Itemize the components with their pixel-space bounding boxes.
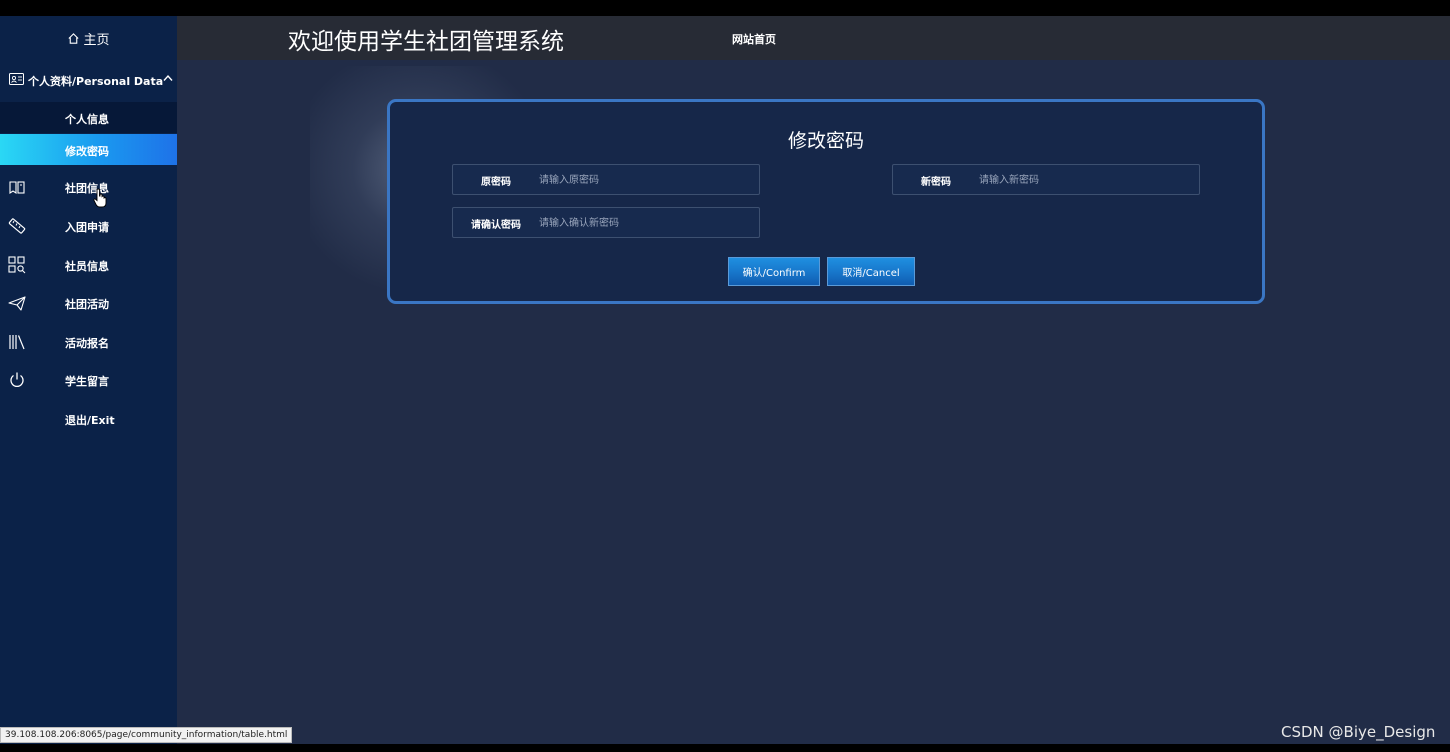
confirm-password-field: 请确认密码: [452, 207, 760, 238]
library-icon: [9, 335, 25, 350]
bottom-black-bar: [0, 744, 1450, 752]
confirm-password-input[interactable]: [539, 213, 749, 233]
confirm-button[interactable]: 确认/Confirm: [728, 257, 820, 286]
id-card-icon: [9, 73, 24, 85]
sidebar-item-label: 入团申请: [65, 221, 109, 234]
sidebar-item-club-activities[interactable]: 社团活动: [0, 288, 177, 318]
sidebar-subitem-label: 个人信息: [65, 113, 109, 126]
sidebar: 主页 个人资料/Personal Data 个人信息 修改密码 社团信息 入团申…: [0, 16, 177, 744]
home-icon: [68, 32, 80, 44]
sidebar-subitem-change-password[interactable]: 修改密码: [0, 134, 177, 165]
sidebar-item-label: 退出/Exit: [65, 414, 115, 427]
site-home-link[interactable]: 网站首页: [732, 31, 776, 47]
grid-search-icon: [8, 256, 26, 274]
old-password-label: 原密码: [481, 177, 511, 188]
hand-pointer-cursor-icon: [93, 188, 107, 208]
sidebar-item-student-messages[interactable]: 学生留言: [0, 365, 177, 395]
sidebar-item-label: 社员信息: [65, 260, 109, 273]
watermark: CSDN @Biye_Design: [1281, 723, 1436, 741]
confirm-password-label: 请确认密码: [471, 220, 521, 231]
sidebar-home-label: 主页: [83, 32, 110, 48]
power-icon: [10, 372, 24, 387]
sidebar-home[interactable]: 主页: [0, 16, 177, 60]
sidebar-subitem-label: 修改密码: [65, 145, 109, 158]
sidebar-group-label: 个人资料/Personal Data: [28, 75, 164, 88]
cancel-button[interactable]: 取消/Cancel: [827, 257, 915, 286]
top-header: 欢迎使用学生社团管理系统 网站首页: [177, 16, 1450, 60]
page-title: 欢迎使用学生社团管理系统: [288, 29, 564, 55]
sidebar-item-member-info[interactable]: 社员信息: [0, 250, 177, 280]
change-password-card: 修改密码 原密码 新密码 请确认密码 确认/Confirm 取消/Cancel: [387, 99, 1265, 304]
old-password-input[interactable]: [539, 170, 749, 190]
sidebar-subitem-personal-info[interactable]: 个人信息: [0, 102, 177, 133]
sidebar-item-club-info[interactable]: 社团信息: [0, 172, 177, 202]
new-password-input[interactable]: [979, 170, 1189, 190]
top-black-bar: [0, 0, 1450, 16]
paper-plane-icon: [8, 296, 26, 311]
sidebar-item-label: 社团活动: [65, 298, 109, 311]
new-password-label: 新密码: [921, 177, 951, 188]
sidebar-item-exit[interactable]: 退出/Exit: [0, 404, 177, 434]
chevron-up-icon[interactable]: [163, 74, 173, 82]
browser-status-url: 39.108.108.206:8065/page/community_infor…: [0, 727, 293, 743]
new-password-field: 新密码: [892, 164, 1200, 195]
ruler-icon: [8, 218, 26, 234]
form-title: 修改密码: [787, 130, 864, 152]
bookmark-icon: [9, 181, 25, 195]
sidebar-item-label: 活动报名: [65, 337, 109, 350]
sidebar-item-activity-registration[interactable]: 活动报名: [0, 327, 177, 357]
old-password-field: 原密码: [452, 164, 760, 195]
sidebar-group-personal-data[interactable]: 个人资料/Personal Data: [0, 66, 177, 94]
sidebar-item-join-application[interactable]: 入团申请: [0, 211, 177, 241]
app-window: 主页 个人资料/Personal Data 个人信息 修改密码 社团信息 入团申…: [0, 16, 1450, 744]
sidebar-item-label: 学生留言: [65, 375, 109, 388]
